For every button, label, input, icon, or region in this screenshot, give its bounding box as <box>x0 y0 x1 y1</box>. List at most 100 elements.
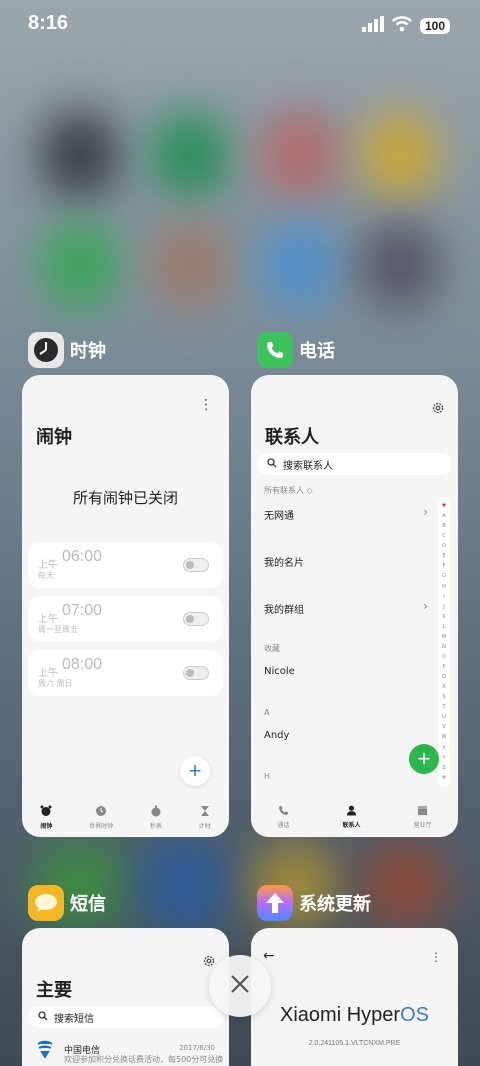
phone-app-icon <box>257 332 293 368</box>
alarm-repeat: 周一至周五 <box>38 625 78 634</box>
update-app-card[interactable]: ← ⋮ Xiaomi HyperOS 2.0.241105.1.VLTCNXM.… <box>251 928 458 1066</box>
sms-app-card[interactable]: 主要 搜索短信 中国电信 2017/6/30 欢迎参加积分兑换话费活动，每500… <box>22 928 229 1066</box>
alarm-repeat: 周六 周日 <box>38 679 73 688</box>
alphabet-index-letter[interactable]: B <box>442 523 445 529</box>
os-name-main: Xiaomi Hyper <box>280 1004 401 1026</box>
all-contacts-filter[interactable]: 所有联系人 ◇ <box>264 485 313 496</box>
tab-stopwatch[interactable]: 秒表 <box>150 805 162 830</box>
tab-calls[interactable]: 通话 <box>277 805 290 829</box>
tab-label: 联系人 <box>342 822 361 829</box>
list-item[interactable]: 我的名片 <box>264 554 304 569</box>
alphabet-index-letter[interactable]: O <box>442 654 446 660</box>
search-placeholder: 搜索联系人 <box>283 460 333 472</box>
tab-timer[interactable]: 计时 <box>199 805 211 830</box>
clear-all-button[interactable] <box>209 955 271 1017</box>
alphabet-index-letter[interactable]: M <box>442 634 446 640</box>
chevron-right-icon: › <box>423 505 428 519</box>
bottom-nav: 通话 联系人 营业厅 <box>251 797 458 837</box>
alarm-item[interactable]: 上午 08:00 周六 周日 <box>28 650 223 696</box>
alarm-toggle[interactable] <box>183 612 209 626</box>
tab-alarm[interactable]: 闹钟 <box>40 805 52 830</box>
alarm-item[interactable]: 上午 07:00 周一至周五 <box>28 596 223 642</box>
messages-app-icon <box>28 885 64 921</box>
alphabet-index-letter[interactable]: I <box>443 594 444 600</box>
section-header: A <box>264 708 270 717</box>
alphabet-index-letter[interactable]: E <box>442 553 445 559</box>
os-name-accent: OS <box>400 1004 429 1026</box>
alarm-time: 06:00 <box>62 548 103 565</box>
alphabet-index-letter[interactable]: Y <box>442 755 445 761</box>
stopwatch-icon <box>150 805 162 819</box>
alphabet-index-letter[interactable]: H <box>442 584 446 590</box>
search-placeholder: 搜索短信 <box>54 1013 94 1025</box>
page-title: 联系人 <box>265 427 319 448</box>
app-name: 时钟 <box>70 341 106 362</box>
back-arrow-icon[interactable]: ← <box>263 948 275 964</box>
search-icon <box>267 457 277 471</box>
alphabet-index-letter[interactable]: S <box>442 694 445 700</box>
app-name: 系统更新 <box>299 894 371 915</box>
alphabet-index-letter[interactable]: F <box>443 563 446 569</box>
alphabet-index-letter[interactable]: # <box>442 775 446 781</box>
clock-app-icon <box>28 332 64 368</box>
tab-world-clock[interactable]: 世界时钟 <box>89 805 113 830</box>
alphabet-index-letter[interactable]: W <box>442 734 447 740</box>
app-header-phone: 电话 <box>257 332 335 368</box>
close-icon <box>230 974 250 998</box>
message-date: 2017/6/30 <box>179 1044 215 1052</box>
tab-service-hall[interactable]: 营业厅 <box>413 805 432 829</box>
app-header-sms: 短信 <box>28 885 106 921</box>
alphabet-index-letter[interactable]: D <box>442 543 446 549</box>
alphabet-index-letter[interactable]: Z <box>442 765 445 771</box>
alphabet-index-letter[interactable]: A <box>442 513 445 519</box>
alphabet-index-letter[interactable]: Q <box>442 674 446 680</box>
add-alarm-button[interactable]: + <box>180 756 210 786</box>
chevron-right-icon: › <box>423 599 428 613</box>
alarm-toggle[interactable] <box>183 558 209 572</box>
tab-label: 计时 <box>198 822 211 830</box>
alarm-ampm: 上午 <box>38 560 58 571</box>
alphabet-index-letter[interactable]: X <box>442 745 445 751</box>
tab-contacts[interactable]: 联系人 <box>342 805 361 829</box>
app-name: 电话 <box>299 341 335 362</box>
alphabet-index-letter[interactable]: C <box>442 533 446 539</box>
alphabet-index-letter[interactable]: G <box>442 573 446 579</box>
contact-item[interactable]: Andy <box>264 730 289 741</box>
section-header: H <box>264 772 271 781</box>
list-item[interactable]: 我的群组 <box>264 601 304 616</box>
alphabet-index-letter[interactable]: K <box>442 614 445 620</box>
alphabet-index-letter[interactable]: R <box>442 684 445 690</box>
phone-app-card[interactable]: 联系人 搜索联系人 所有联系人 ◇ 无网通 › 我的名片 我的群组 › 收藏 N… <box>251 375 458 837</box>
china-telecom-icon <box>36 1040 54 1059</box>
alphabet-index-letter[interactable]: J <box>443 604 444 610</box>
alarm-time: 07:00 <box>62 602 103 619</box>
alphabet-index-letter[interactable]: L <box>443 624 446 630</box>
alarm-clock-icon <box>40 805 52 819</box>
system-update-icon <box>257 885 293 921</box>
sms-search-input[interactable]: 搜索短信 <box>28 1006 223 1028</box>
alphabet-index-letter[interactable]: U <box>442 714 446 720</box>
message-preview[interactable]: 欢迎参加积分兑换话费活动，每500分可兑换 <box>64 1054 223 1065</box>
alarm-item[interactable]: 上午 06:00 每天 <box>28 542 223 588</box>
alphabet-index-letter[interactable]: T <box>442 704 445 710</box>
alphabet-index-letter[interactable]: N <box>442 644 446 650</box>
os-version: 2.0.241105.1.VLTCNXM.PRE <box>308 1040 401 1047</box>
add-contact-button[interactable]: + <box>409 744 439 774</box>
tab-label: 营业厅 <box>413 822 432 829</box>
list-item[interactable]: 无网通 <box>264 507 294 522</box>
more-options-icon[interactable]: ⋮ <box>199 397 213 413</box>
clock-icon <box>95 805 107 819</box>
more-options-icon[interactable]: ⋮ <box>430 950 442 964</box>
contact-item[interactable]: Nicole <box>264 666 295 677</box>
alphabet-index-letter[interactable]: ♥ <box>442 503 446 509</box>
contacts-search-input[interactable]: 搜索联系人 <box>257 453 452 475</box>
phone-icon <box>278 805 289 818</box>
settings-gear-icon[interactable] <box>432 399 444 418</box>
alphabet-index-letter[interactable]: V <box>442 724 445 730</box>
alphabet-index[interactable]: ♥ A B C D E F G H I J K L M N O P Q R S T U V W X Y Z # <box>438 497 450 787</box>
hourglass-icon <box>199 805 211 819</box>
alarm-toggle[interactable] <box>183 666 209 680</box>
status-time: 8:16 <box>28 12 69 34</box>
clock-app-card[interactable]: ⋮ 闹钟 所有闹钟已关闭 上午 06:00 每天 上午 07:00 周一至周五 … <box>22 375 229 837</box>
alphabet-index-letter[interactable]: P <box>442 664 445 670</box>
